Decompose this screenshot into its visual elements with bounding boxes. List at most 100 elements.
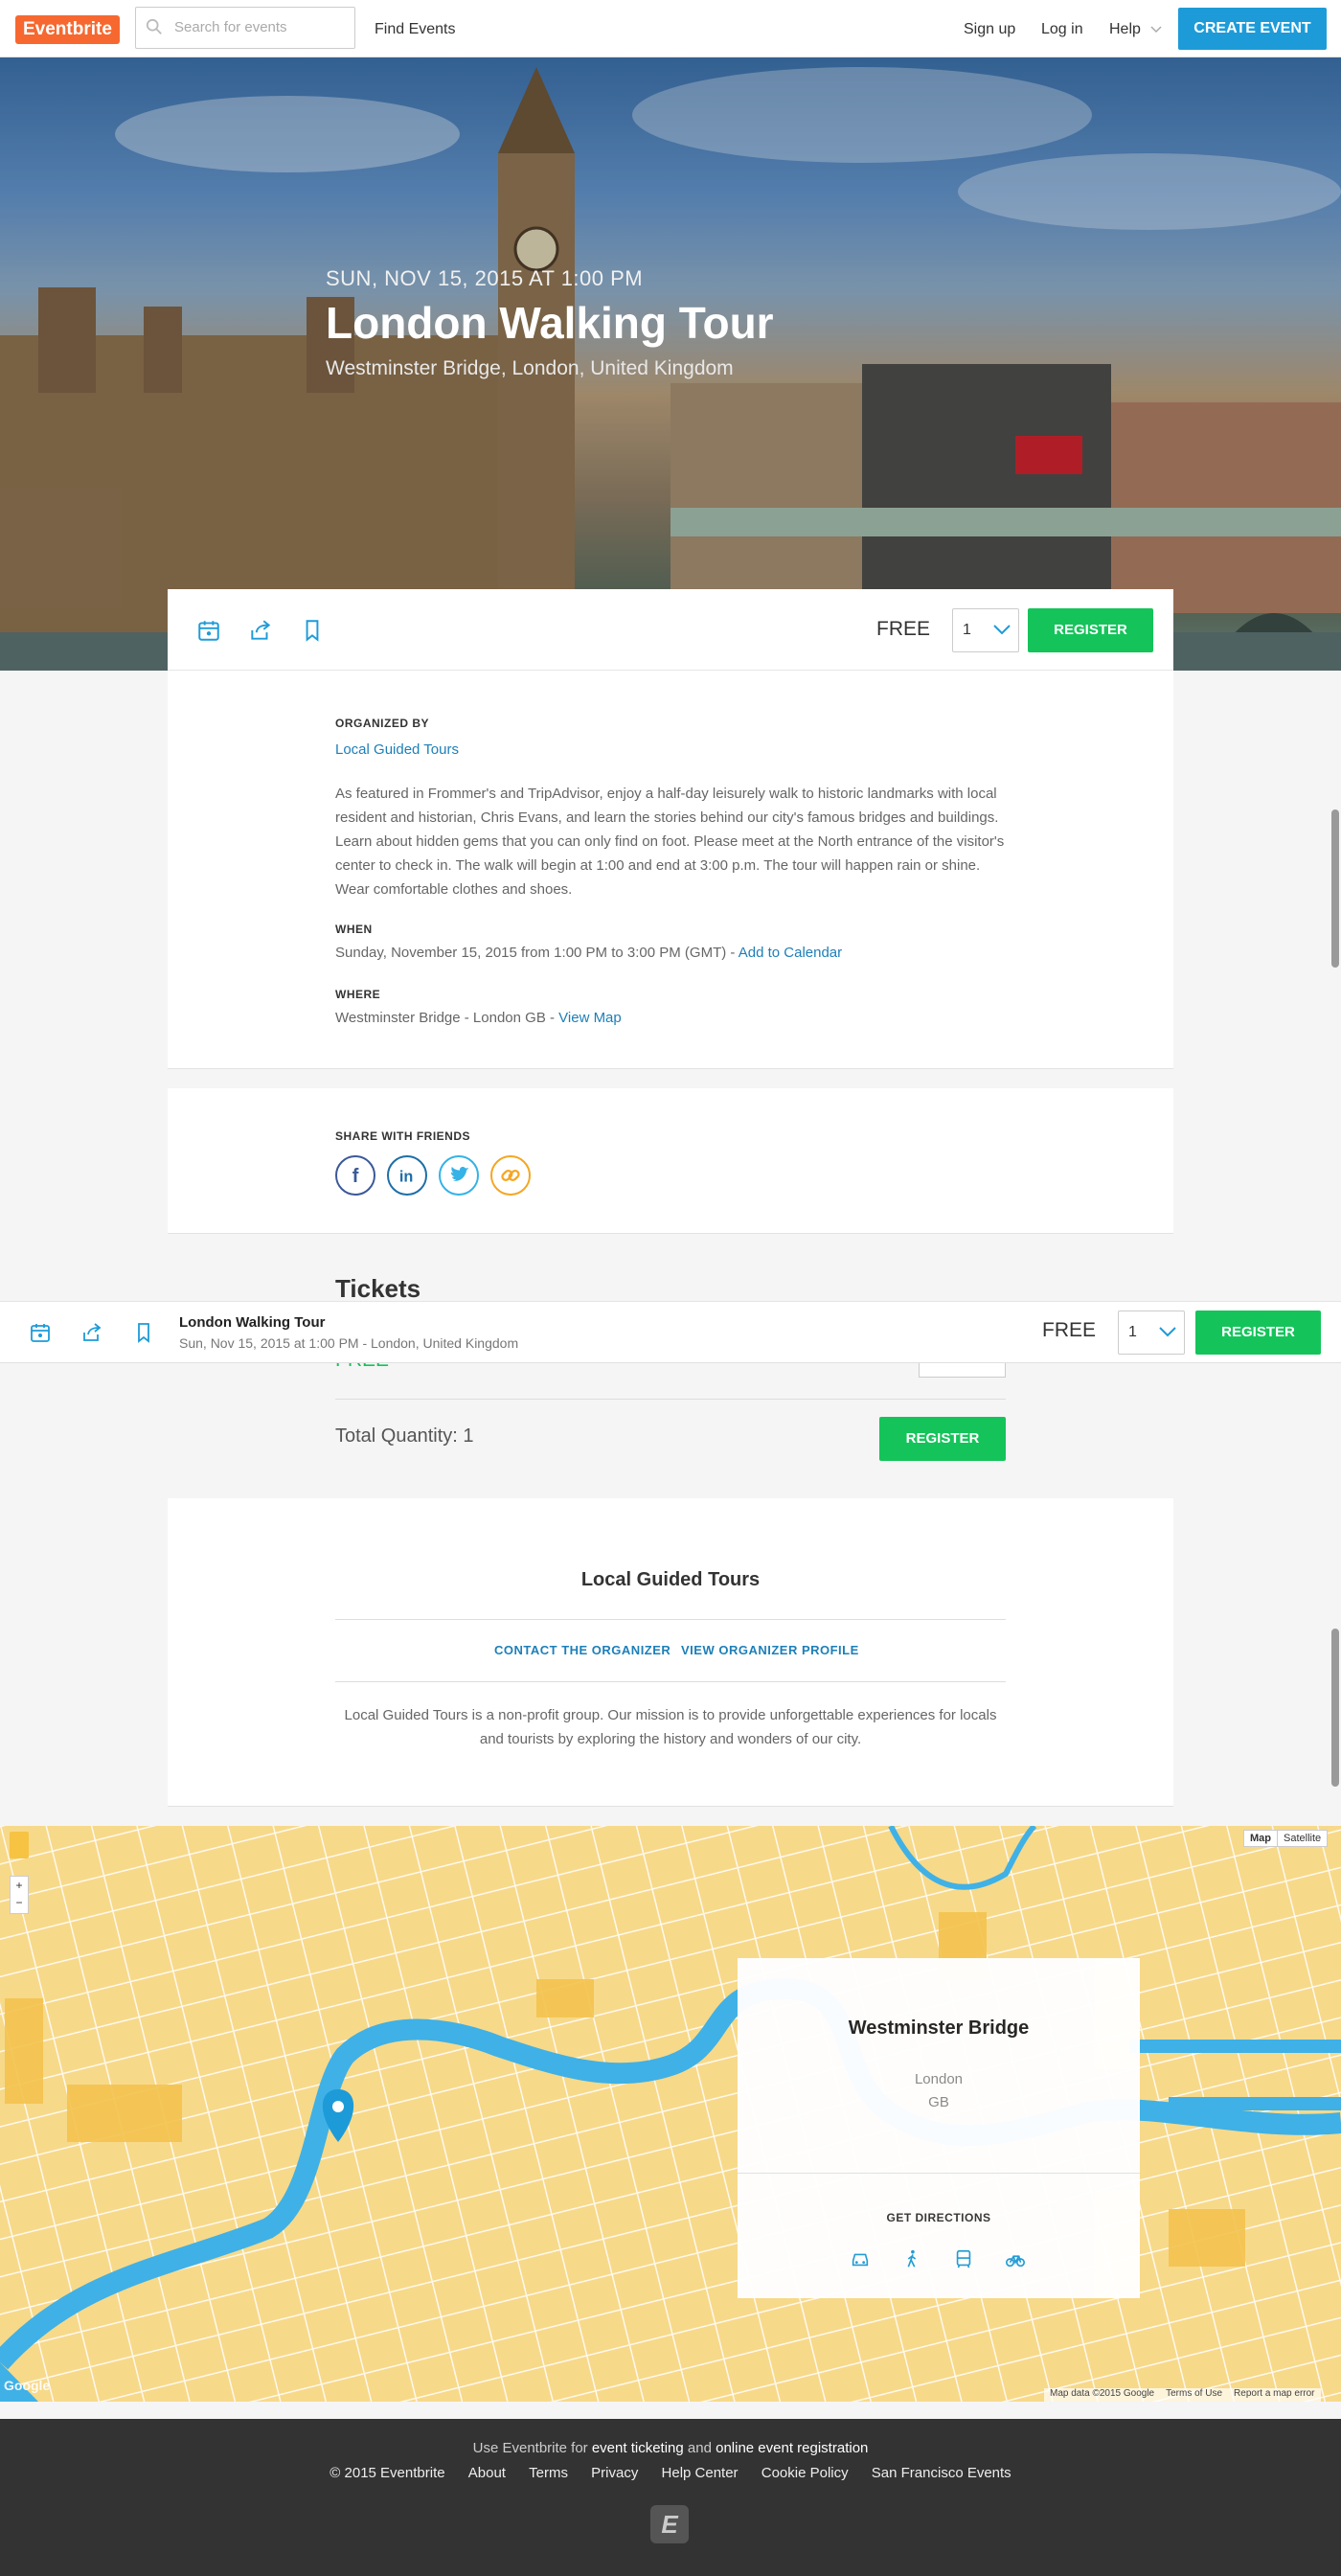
sticky-quantity-value: 1 — [1128, 1324, 1137, 1340]
tickets-heading: Tickets — [335, 1274, 421, 1303]
online-registration-link[interactable]: online event registration — [716, 2440, 868, 2456]
calendar-icon[interactable] — [196, 618, 221, 643]
event-title: London Walking Tour — [326, 298, 774, 348]
footer-copyright: © 2015 Eventbrite — [330, 2465, 445, 2481]
scrollbar-thumb[interactable] — [1331, 1629, 1339, 1787]
event-details-card: ORGANIZED BY Local Guided Tours As featu… — [168, 671, 1173, 1069]
help-label: Help — [1109, 21, 1141, 37]
create-event-button[interactable]: CREATE EVENT — [1178, 8, 1327, 50]
street-view-pegman-icon[interactable] — [10, 1832, 29, 1858]
search-placeholder: Search for events — [174, 19, 287, 35]
transit-icon[interactable] — [953, 2248, 974, 2269]
svg-text:in: in — [399, 1168, 413, 1185]
top-nav-bar: Eventbrite Search for events Find Events… — [0, 0, 1341, 57]
link-icon[interactable] — [490, 1155, 531, 1196]
sticky-price-label: FREE — [1042, 1319, 1097, 1341]
search-input[interactable]: Search for events — [135, 7, 355, 49]
event-description: As featured in Frommer's and TripAdvisor… — [335, 786, 1005, 898]
event-date: SUN, NOV 15, 2015 AT 1:00 PM — [326, 266, 644, 290]
sticky-register-button[interactable]: REGISTER — [1195, 1311, 1321, 1355]
share-icon[interactable] — [80, 1321, 103, 1344]
view-map-link[interactable]: View Map — [558, 1010, 622, 1026]
organizer-name: Local Guided Tours — [580, 1569, 761, 1590]
when-label: WHEN — [335, 923, 373, 936]
find-events-link[interactable]: Find Events — [375, 21, 455, 38]
linkedin-icon[interactable]: in — [387, 1155, 427, 1196]
map-type-satellite[interactable]: Satellite — [1277, 1831, 1327, 1846]
zoom-controls: + − — [10, 1876, 29, 1914]
twitter-icon[interactable] — [439, 1155, 479, 1196]
footer: Use Eventbrite for event ticketing and o… — [0, 2419, 1341, 2576]
footer-privacy-link[interactable]: Privacy — [591, 2465, 638, 2481]
organizer-about: Local Guided Tours is a non-profit group… — [344, 1707, 997, 1747]
venue-name: Westminster Bridge — [848, 2017, 1030, 2039]
tickets-register-button[interactable]: REGISTER — [879, 1417, 1006, 1461]
divider — [738, 2173, 1140, 2174]
organizer-card: Local Guided Tours CONTACT THE ORGANIZER… — [168, 1498, 1173, 1807]
help-menu[interactable]: Help — [1109, 21, 1162, 38]
venue-info-card: Westminster Bridge London GB GET DIRECTI… — [738, 1958, 1140, 2298]
event-location: Westminster Bridge, London, United Kingd… — [326, 357, 734, 379]
get-directions-label: GET DIRECTIONS — [886, 2211, 991, 2224]
facebook-icon[interactable]: f — [335, 1155, 375, 1196]
contact-organizer-button[interactable]: CONTACT THE ORGANIZER — [494, 1643, 670, 1657]
map-terms-link[interactable]: Terms of Use — [1160, 2388, 1228, 2402]
sign-up-link[interactable]: Sign up — [964, 21, 1015, 38]
car-icon[interactable] — [850, 2248, 871, 2269]
where-text: Westminster Bridge - London GB - — [335, 1010, 559, 1026]
where-row: Westminster Bridge - London GB - View Ma… — [335, 1010, 622, 1026]
share-card: SHARE WITH FRIENDS f in — [168, 1088, 1173, 1234]
footer-about-link[interactable]: About — [468, 2465, 506, 2481]
calendar-icon[interactable] — [29, 1321, 52, 1344]
divider — [335, 1399, 1006, 1400]
sticky-quantity-select[interactable]: 1 — [1118, 1311, 1185, 1355]
scrollbar-thumb[interactable] — [1331, 809, 1339, 968]
footer-sf-events-link[interactable]: San Francisco Events — [872, 2465, 1011, 2481]
map-type-map[interactable]: Map — [1244, 1831, 1277, 1846]
share-label: SHARE WITH FRIENDS — [335, 1129, 470, 1143]
map-type-toggle: Map Satellite — [1243, 1830, 1329, 1847]
footer-links: © 2015 Eventbrite About Terms Privacy He… — [0, 2465, 1341, 2481]
chevron-down-icon — [1150, 26, 1162, 34]
total-quantity: Total Quantity: 1 — [335, 1425, 474, 1447]
footer-use-prefix: Use Eventbrite for — [472, 2440, 592, 2456]
log-in-link[interactable]: Log in — [1041, 21, 1083, 38]
add-to-calendar-link[interactable]: Add to Calendar — [739, 945, 842, 961]
map-attribution-bar: Map data ©2015 Google Terms of Use Repor… — [1044, 2388, 1321, 2402]
organizer-link[interactable]: Local Guided Tours — [335, 741, 459, 758]
chevron-down-icon — [993, 625, 1011, 635]
walking-icon[interactable] — [901, 2248, 922, 2269]
footer-cookie-policy-link[interactable]: Cookie Policy — [761, 2465, 849, 2481]
event-action-bar: FREE 1 REGISTER — [168, 589, 1173, 671]
where-label: WHERE — [335, 988, 381, 1001]
footer-tagline: Use Eventbrite for event ticketing and o… — [0, 2440, 1341, 2456]
bookmark-icon[interactable] — [300, 618, 325, 643]
eventbrite-badge-icon[interactable]: E — [650, 2505, 689, 2543]
bicycle-icon[interactable] — [1005, 2248, 1026, 2269]
when-row: Sunday, November 15, 2015 from 1:00 PM t… — [335, 945, 842, 961]
footer-help-center-link[interactable]: Help Center — [662, 2465, 739, 2481]
venue-map[interactable]: + − Map Satellite Westminster Bridge Lon… — [0, 1826, 1341, 2402]
event-ticketing-link[interactable]: event ticketing — [592, 2440, 684, 2456]
organized-by-label: ORGANIZED BY — [335, 717, 430, 730]
map-tiles — [0, 1826, 1341, 2402]
zoom-in-button[interactable]: + — [11, 1877, 28, 1894]
venue-city: London — [914, 2071, 964, 2087]
zoom-out-button[interactable]: − — [11, 1894, 28, 1911]
share-icon[interactable] — [248, 618, 273, 643]
footer-terms-link[interactable]: Terms — [529, 2465, 568, 2481]
chevron-down-icon — [1159, 1327, 1176, 1337]
eventbrite-logo[interactable]: Eventbrite — [15, 15, 120, 44]
view-organizer-profile-button[interactable]: VIEW ORGANIZER PROFILE — [681, 1643, 859, 1657]
bookmark-icon[interactable] — [132, 1321, 155, 1344]
hero-banner: SUN, NOV 15, 2015 AT 1:00 PM London Walk… — [0, 57, 1341, 671]
divider — [335, 1619, 1006, 1620]
google-logo: Google — [4, 2378, 51, 2393]
map-report-link[interactable]: Report a map error — [1228, 2388, 1320, 2402]
price-label: FREE — [876, 618, 931, 640]
when-text: Sunday, November 15, 2015 from 1:00 PM t… — [335, 945, 739, 961]
divider — [335, 1681, 1006, 1682]
quantity-select[interactable]: 1 — [952, 608, 1019, 652]
register-button[interactable]: REGISTER — [1028, 608, 1153, 652]
quantity-value: 1 — [963, 622, 971, 638]
